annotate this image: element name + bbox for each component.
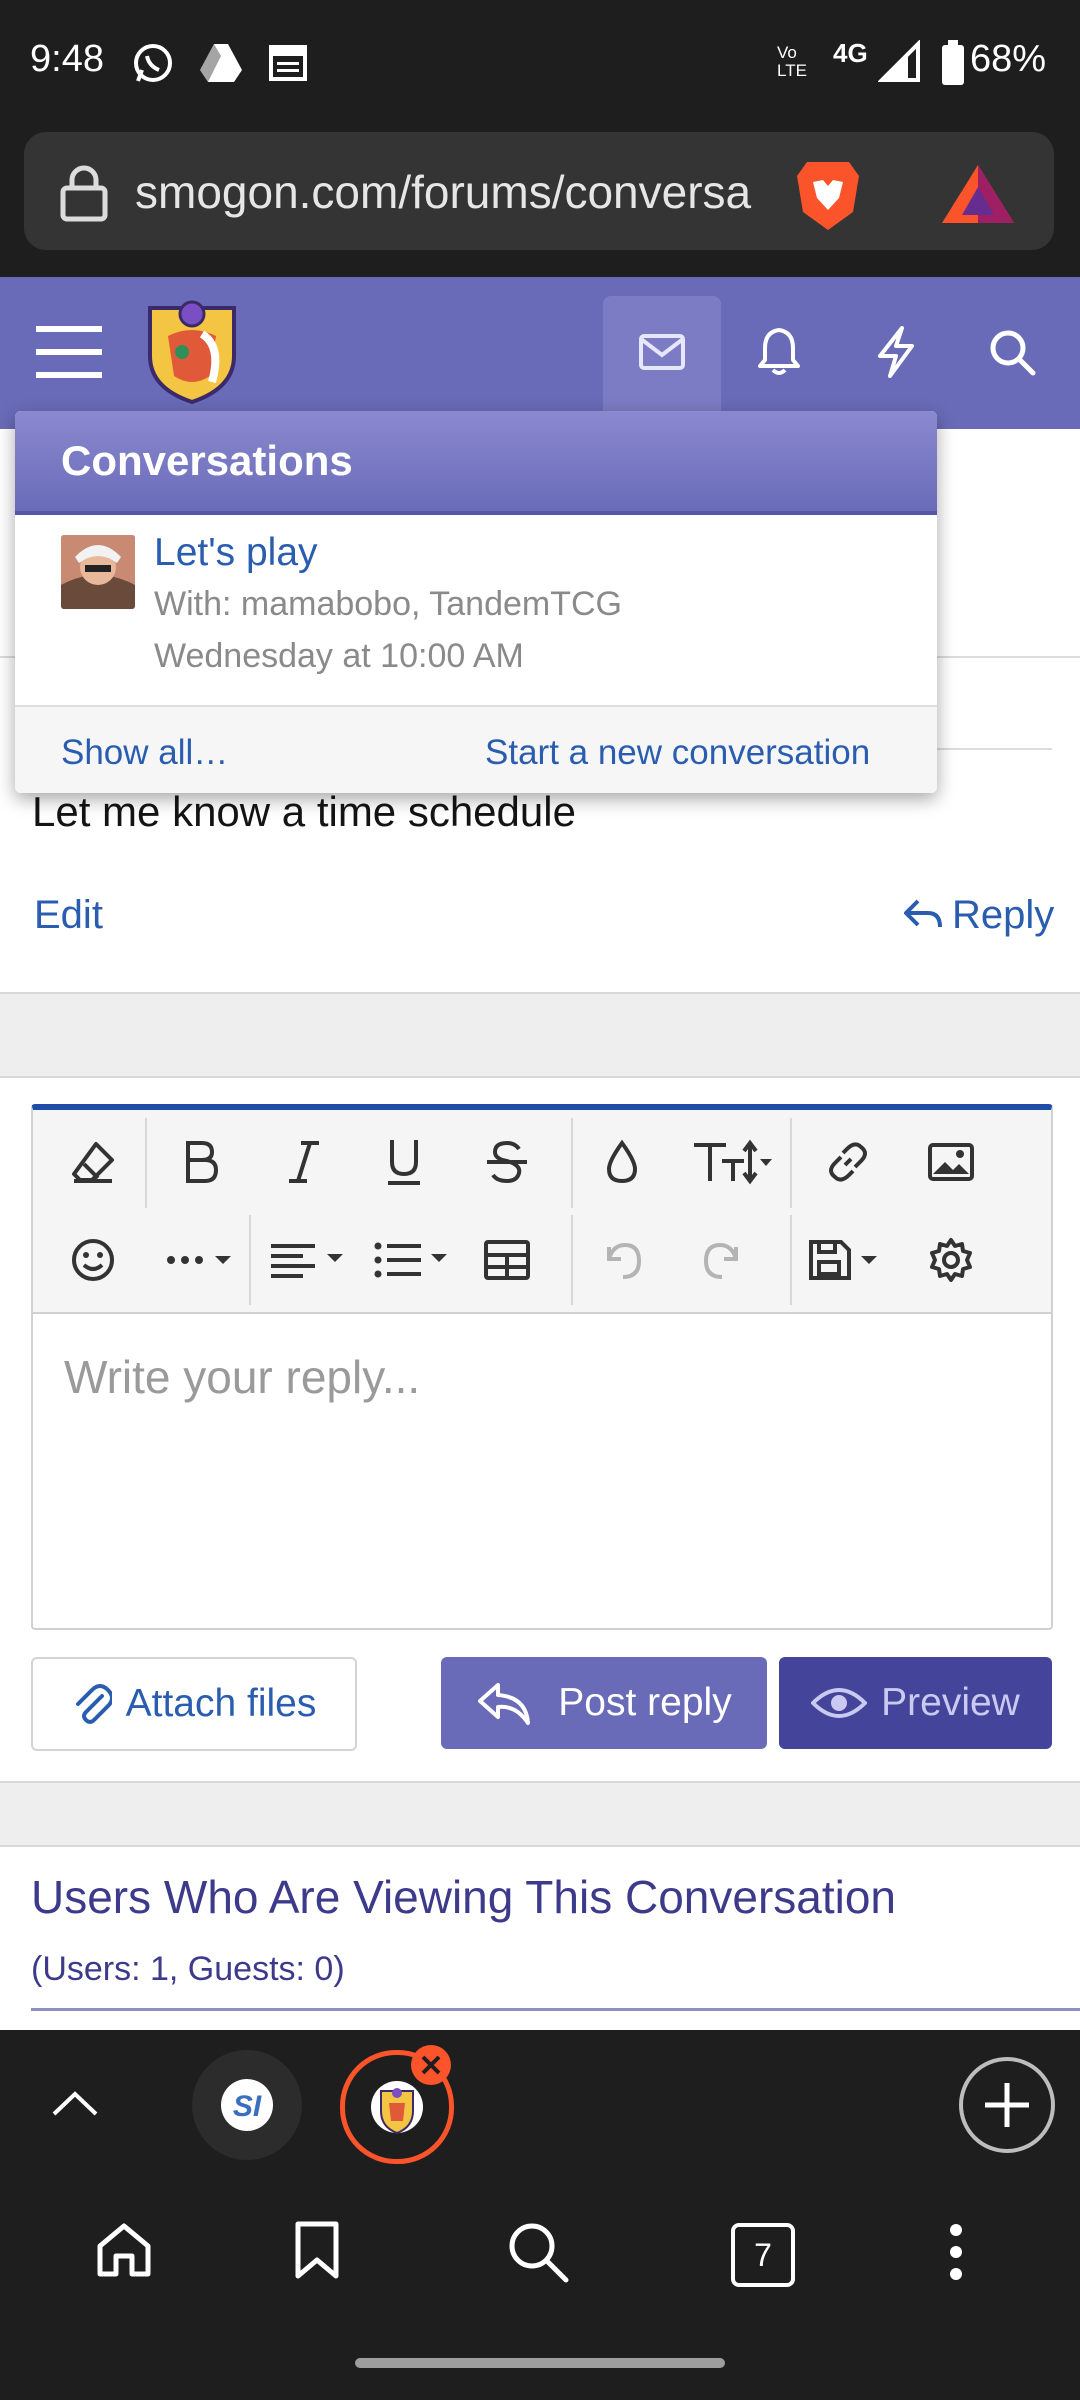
clock: 9:48 xyxy=(30,38,104,80)
preview-button[interactable]: Preview xyxy=(779,1657,1052,1749)
start-conversation-link[interactable]: Start a new conversation xyxy=(485,733,870,773)
conversation-date: Wednesday at 10:00 AM xyxy=(154,637,524,675)
popup-title: Conversations xyxy=(61,437,353,484)
italic-icon[interactable] xyxy=(269,1127,339,1197)
attach-files-button[interactable]: Attach files xyxy=(31,1657,357,1751)
settings-icon[interactable] xyxy=(916,1225,986,1295)
tab-thumbnail-smogon-si[interactable]: SI xyxy=(192,2050,302,2160)
new-tab-icon[interactable] xyxy=(958,2056,1056,2154)
lock-icon xyxy=(58,164,110,222)
table-icon[interactable] xyxy=(472,1225,542,1295)
more-options-icon[interactable] xyxy=(948,2222,964,2282)
smogon-logo[interactable] xyxy=(140,296,244,406)
post-reply-label: Post reply xyxy=(558,1681,732,1724)
edit-link[interactable]: Edit xyxy=(34,893,103,938)
network-type: 4G xyxy=(833,38,868,68)
whatsapp-icon xyxy=(130,40,176,86)
close-tab-icon[interactable] xyxy=(410,2044,452,2086)
drive-icon xyxy=(198,42,244,84)
chevron-up-icon[interactable] xyxy=(50,2086,100,2120)
strikethrough-icon[interactable] xyxy=(472,1127,542,1197)
popup-header: Conversations xyxy=(15,411,937,515)
redo-icon[interactable] xyxy=(688,1225,758,1295)
toolbar-separator xyxy=(145,1118,147,1208)
editor-toolbar xyxy=(33,1110,1051,1314)
section-separator xyxy=(0,992,1080,1078)
menu-icon[interactable] xyxy=(36,324,102,380)
font-size-icon[interactable] xyxy=(688,1127,778,1197)
tab-count[interactable]: 7 xyxy=(731,2223,795,2287)
bold-icon[interactable] xyxy=(165,1127,235,1197)
eye-icon xyxy=(811,1685,868,1721)
save-draft-icon[interactable] xyxy=(803,1225,893,1295)
conversations-popup: Conversations Let's play With: mamabobo,… xyxy=(15,411,937,793)
reply-arrow-icon xyxy=(902,895,944,935)
toolbar-separator xyxy=(571,1215,573,1305)
viewers-heading: Users Who Are Viewing This Conversation xyxy=(31,1871,897,1923)
attach-files-label: Attach files xyxy=(125,1682,317,1725)
link-icon[interactable] xyxy=(813,1127,883,1197)
toolbar-separator xyxy=(249,1215,251,1305)
signal-icon xyxy=(878,40,922,84)
brave-rewards-icon[interactable] xyxy=(940,163,1016,227)
reply-link[interactable]: Reply xyxy=(952,893,1054,938)
conversation-title[interactable]: Let's play xyxy=(154,531,318,575)
home-icon[interactable] xyxy=(94,2220,154,2280)
viewers-count: (Users: 1, Guests: 0) xyxy=(31,1950,345,1988)
status-bar: 9:48 Vo LTE 4G 68% xyxy=(0,0,1080,125)
emoji-icon[interactable] xyxy=(58,1225,128,1295)
conversation-participants: With: mamabobo, TandemTCG xyxy=(154,585,622,623)
section-separator xyxy=(0,1781,1080,1847)
divider xyxy=(31,2008,1080,2011)
reply-icon xyxy=(476,1679,532,1727)
underline-icon[interactable] xyxy=(369,1127,439,1197)
bolt-icon[interactable] xyxy=(874,326,918,378)
list-icon[interactable] xyxy=(369,1225,459,1295)
toolbar-separator xyxy=(571,1118,573,1208)
search-icon[interactable] xyxy=(506,2220,570,2284)
more-icon[interactable] xyxy=(153,1225,253,1295)
avatar[interactable] xyxy=(61,535,135,609)
battery-icon xyxy=(940,40,966,86)
post-reply-button[interactable]: Post reply xyxy=(441,1657,767,1749)
mail-icon[interactable] xyxy=(638,333,686,371)
toolbar-separator xyxy=(790,1118,792,1208)
show-all-link[interactable]: Show all… xyxy=(61,733,228,773)
toolbar-separator xyxy=(790,1215,792,1305)
battery-percent: 68% xyxy=(970,38,1047,80)
bell-icon[interactable] xyxy=(756,326,802,376)
image-icon[interactable] xyxy=(916,1127,986,1197)
preview-label: Preview xyxy=(881,1681,1020,1724)
align-icon[interactable] xyxy=(265,1225,355,1295)
eraser-icon[interactable] xyxy=(58,1127,128,1197)
message-body: Let me know a time schedule xyxy=(32,788,576,835)
svg-text:SI: SI xyxy=(233,2090,262,2123)
reply-textarea[interactable]: Write your reply... xyxy=(64,1350,420,1404)
color-drop-icon[interactable] xyxy=(587,1127,657,1197)
url-text[interactable]: smogon.com/forums/conversa xyxy=(135,165,760,219)
paperclip-icon xyxy=(72,1682,112,1726)
undo-icon[interactable] xyxy=(587,1225,657,1295)
brave-shields-icon[interactable] xyxy=(793,158,863,234)
home-indicator[interactable] xyxy=(355,2358,725,2368)
volte-icon: Vo LTE xyxy=(777,43,807,80)
calendar-icon xyxy=(268,42,308,82)
bookmark-icon[interactable] xyxy=(292,2220,342,2280)
search-icon[interactable] xyxy=(988,328,1036,376)
